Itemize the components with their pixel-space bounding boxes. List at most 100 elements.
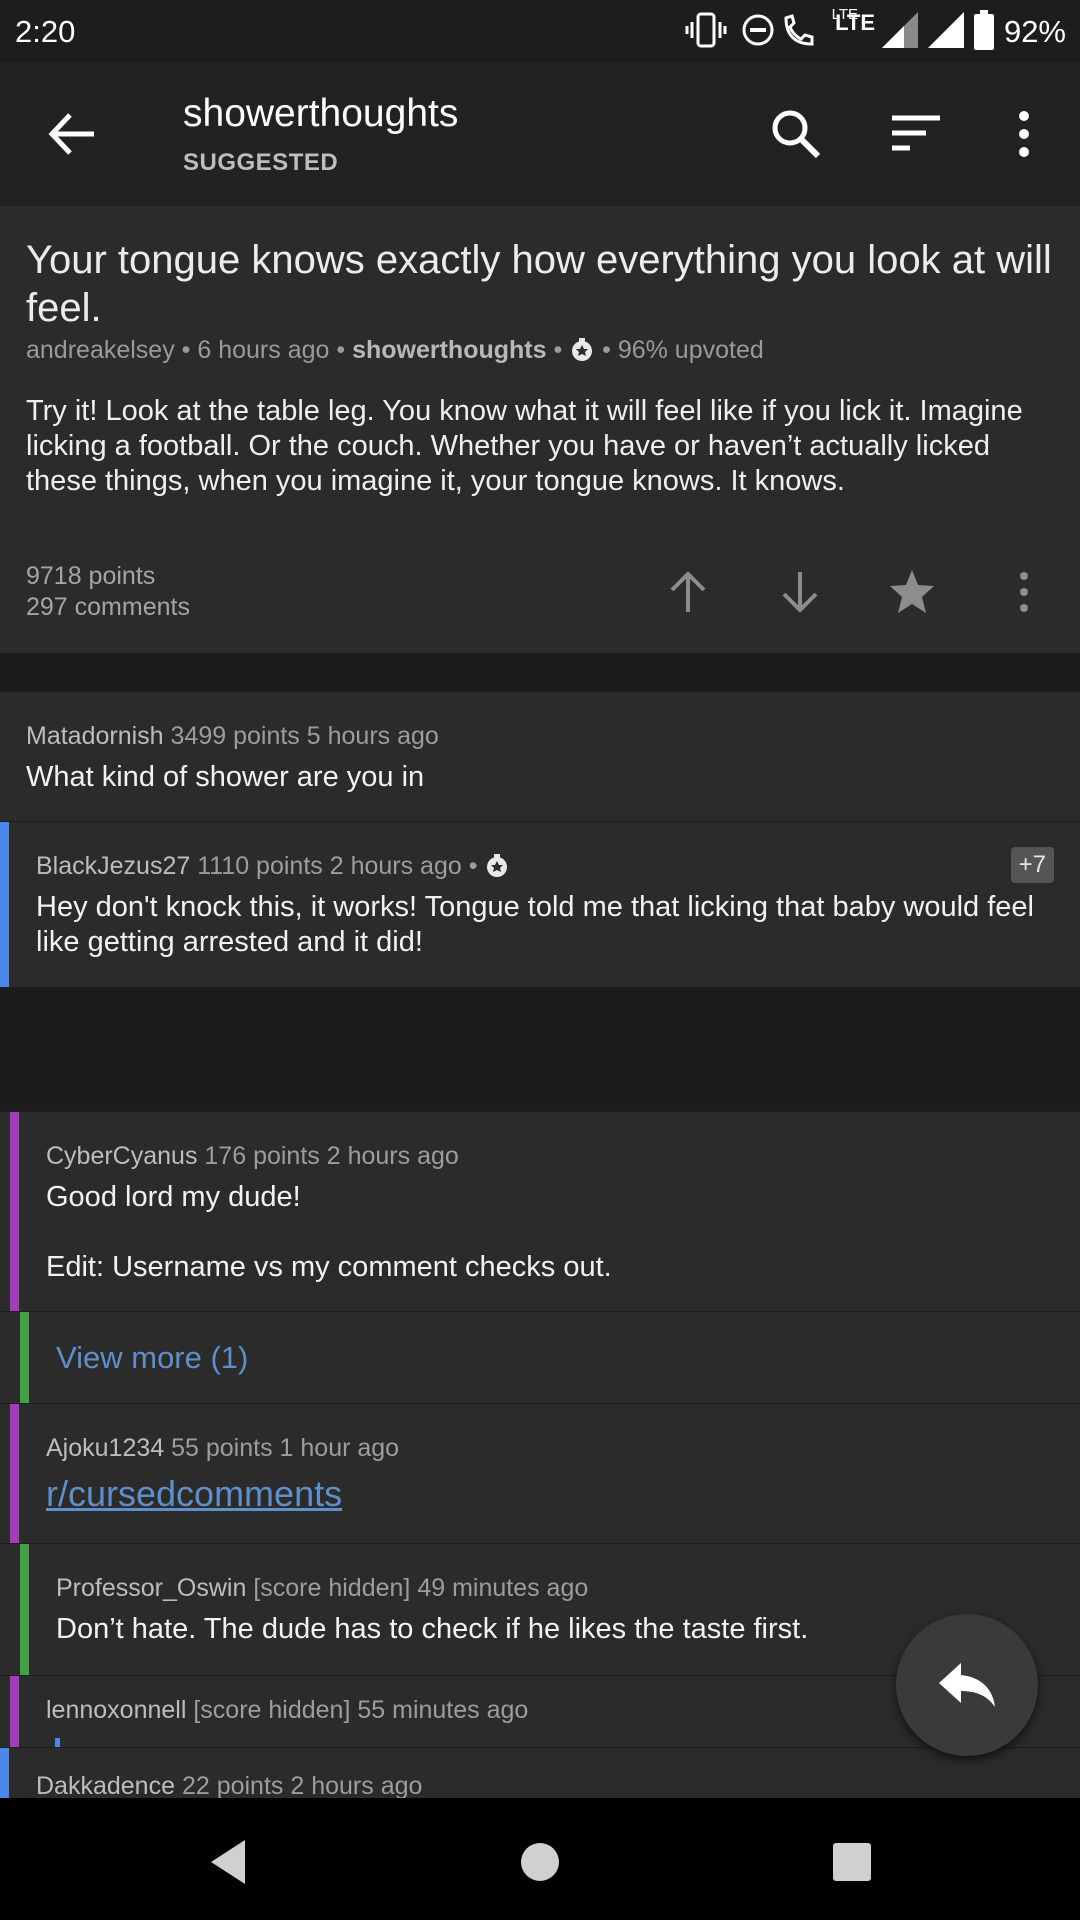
nav-recents-icon — [833, 1843, 871, 1881]
comment-author[interactable]: Ajoku1234 — [46, 1434, 164, 1462]
depth-indicator — [10, 1404, 19, 1544]
section-divider — [0, 653, 1080, 691]
save-button[interactable] — [882, 562, 942, 622]
downvote-arrow-icon — [782, 572, 818, 613]
comment-author[interactable]: lennoxonnell — [46, 1696, 186, 1724]
depth-indicator — [0, 1748, 9, 1799]
subreddit-title: showerthoughts — [183, 92, 459, 135]
system-nav-bar — [0, 1798, 1080, 1920]
comment-author[interactable]: BlackJezus27 — [36, 852, 190, 880]
depth-indicator — [20, 1544, 29, 1676]
comment-author[interactable]: CyberCyanus — [46, 1142, 197, 1170]
subreddit-link[interactable]: r/cursedcomments — [46, 1473, 342, 1514]
comment-score: 22 points — [181, 1772, 284, 1799]
post-card[interactable]: Your tongue knows exactly how everything… — [0, 206, 1080, 653]
post-meta: andreakelsey • 6 hours ago • showerthoug… — [26, 336, 764, 364]
status-time: 2:20 — [15, 14, 76, 49]
depth-indicator — [10, 1676, 19, 1748]
vibrate-icon — [685, 12, 727, 48]
post-subreddit[interactable]: showerthoughts — [352, 336, 546, 364]
overflow-menu-button[interactable] — [1000, 102, 1048, 166]
post-points: 9718 points — [26, 562, 156, 590]
award-icon — [572, 338, 593, 361]
app-bar: showerthoughts SUGGESTED — [0, 62, 1080, 206]
comment-body: Don’t hate. The dude has to check if he … — [56, 1613, 809, 1645]
comment-item[interactable]: CyberCyanus 176 points 2 hours ago Good … — [0, 1111, 1080, 1312]
nav-home-button[interactable] — [512, 1834, 568, 1890]
reply-icon — [939, 1663, 995, 1707]
comment-age: 55 minutes ago — [357, 1696, 529, 1724]
comment-author[interactable]: Dakkadence — [36, 1772, 175, 1799]
downvote-button[interactable] — [770, 562, 830, 622]
comment-author[interactable]: Matadornish — [26, 722, 164, 750]
view-more-row[interactable]: View more (1) — [0, 1311, 1080, 1404]
comment-meta: BlackJezus27 1110 points 2 hours ago • — [36, 852, 510, 881]
comment-score: 55 points — [171, 1434, 273, 1462]
search-icon — [772, 110, 821, 159]
comment-body: What kind of shower are you in — [26, 761, 425, 793]
signal-icon — [928, 12, 964, 48]
upvote-arrow-icon — [670, 571, 706, 612]
comment-meta: Dakkadence 22 points 2 hours ago — [36, 1772, 422, 1799]
comment-age: 1 hour ago — [279, 1434, 400, 1462]
signal-icon — [882, 12, 918, 48]
reply-fab[interactable] — [896, 1614, 1038, 1756]
comment-score: [score hidden] — [253, 1574, 411, 1602]
post-title: Your tongue knows exactly how everything… — [26, 238, 1052, 330]
comment-body-line: Edit: Username vs my comment checks out. — [46, 1251, 612, 1283]
depth-indicator — [20, 1312, 29, 1404]
comment-age: 5 hours ago — [306, 722, 439, 750]
star-icon — [890, 570, 934, 613]
post-age: 6 hours ago — [197, 336, 330, 364]
comment-meta: CyberCyanus 176 points 2 hours ago — [46, 1142, 459, 1171]
wifi-calling-icon — [784, 14, 814, 46]
comment-link-body: r/cursedcomments — [46, 1476, 342, 1515]
subreddit-subtitle: SUGGESTED — [183, 149, 339, 176]
nav-back-icon — [211, 1840, 245, 1884]
post-body: Try it! Look at the table leg. You know … — [26, 395, 1023, 497]
battery-percent: 92% — [1003, 14, 1066, 49]
more-vert-icon — [1019, 111, 1029, 157]
depth-indicator — [10, 1112, 19, 1312]
nav-home-icon — [521, 1843, 559, 1881]
comment-item[interactable]: Dakkadence 22 points 2 hours ago — [0, 1747, 1080, 1799]
comment-score: 3499 points — [170, 722, 300, 750]
comment-score: 176 points — [204, 1142, 320, 1170]
upvote-button[interactable] — [658, 562, 718, 622]
post-comment-count: 297 comments — [26, 593, 190, 621]
nav-back-button[interactable] — [205, 1834, 261, 1890]
section-divider — [0, 987, 1080, 1111]
post-author[interactable]: andreakelsey — [26, 336, 175, 364]
search-button[interactable] — [764, 102, 828, 166]
comment-body: Hey don't knock this, it works! Tongue t… — [36, 891, 1034, 958]
more-vert-icon — [1020, 572, 1028, 612]
award-icon — [487, 854, 508, 877]
status-bar: 2:20 LTE LTE 92% — [0, 0, 1080, 62]
comment-meta: lennoxonnell [score hidden] 55 minutes a… — [46, 1696, 528, 1725]
dnd-icon — [742, 14, 774, 46]
view-more-link[interactable]: View more (1) — [56, 1340, 248, 1376]
comment-score: 1110 points — [197, 852, 323, 880]
network-type: LTE — [835, 10, 875, 35]
comment-item[interactable]: BlackJezus27 1110 points 2 hours ago • +… — [0, 821, 1080, 988]
comment-age: 2 hours ago — [290, 1772, 423, 1799]
comment-body-line: Good lord my dude! — [46, 1181, 301, 1213]
back-button[interactable] — [40, 102, 104, 166]
comment-age: 49 minutes ago — [417, 1574, 589, 1602]
comment-age: 2 hours ago — [329, 852, 462, 880]
post-upvote-ratio: 96% upvoted — [617, 336, 764, 364]
comment-item[interactable]: Ajoku1234 55 points 1 hour ago r/cursedc… — [0, 1403, 1080, 1544]
nav-recents-button[interactable] — [824, 1834, 880, 1890]
sort-icon — [892, 115, 940, 151]
collapsed-count-badge[interactable]: +7 — [1010, 847, 1054, 883]
back-arrow-icon — [48, 113, 94, 155]
sort-button[interactable] — [884, 102, 948, 166]
depth-indicator — [0, 822, 9, 988]
comment-score: [score hidden] — [193, 1696, 351, 1724]
battery-icon — [974, 10, 994, 50]
comment-author[interactable]: Professor_Oswin — [56, 1574, 246, 1602]
comment-meta: Matadornish 3499 points 5 hours ago — [26, 722, 439, 751]
comment-meta: Professor_Oswin [score hidden] 49 minute… — [56, 1574, 588, 1603]
comment-item[interactable]: Matadornish 3499 points 5 hours ago What… — [0, 691, 1080, 822]
post-more-button[interactable] — [994, 562, 1054, 622]
